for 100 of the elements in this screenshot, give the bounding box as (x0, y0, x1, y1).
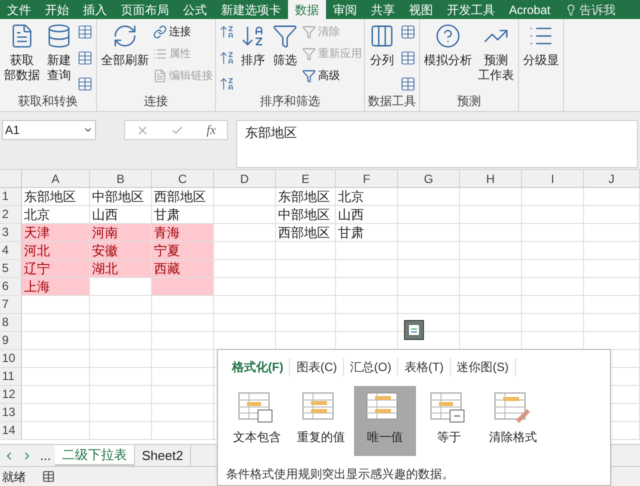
menu-tab[interactable]: Acrobat (502, 0, 558, 19)
menu-tab[interactable]: 视图 (402, 0, 440, 19)
ribbon-button[interactable]: 模拟分析 (422, 19, 474, 68)
sheet-tab[interactable]: 二级下拉表 (54, 445, 135, 466)
menu-tab[interactable]: 文件 (0, 0, 38, 19)
ribbon-icon (302, 25, 316, 39)
ribbon-icon-button[interactable] (76, 49, 94, 67)
column-header[interactable]: C (178, 170, 187, 188)
ribbon-icon (46, 23, 72, 49)
table-cell: 甘肃 (336, 224, 398, 241)
quick-analysis-tab[interactable]: 格式化(F) (226, 358, 290, 376)
highlighted-cell: 河南 (90, 224, 152, 241)
highlighted-cell: 上海 (22, 278, 90, 295)
description-text: 条件格式使用规则突出显示感兴趣的数据。 (226, 466, 455, 483)
table-cell: 北京 (22, 206, 90, 223)
more-sheets-button[interactable]: ... (36, 446, 55, 466)
highlighted-cell: 宁夏 (152, 242, 214, 259)
insert-function-button[interactable]: fx (206, 120, 216, 140)
quick-analysis-button[interactable] (404, 320, 424, 340)
ribbon-icon-button[interactable] (76, 23, 94, 41)
ribbon-button[interactable]: 连接 (153, 21, 213, 43)
highlighted-cell: 西藏 (152, 260, 214, 277)
menu-tab[interactable]: 开始 (38, 0, 76, 19)
table-cell: 北京 (336, 188, 398, 205)
table-cell: 东部地区 (22, 188, 90, 205)
menu-tab[interactable]: 页面布局 (114, 0, 176, 19)
ribbon-group-label: 获取和转换 (17, 93, 79, 110)
table-cell: 东部地区 (276, 188, 336, 205)
format-option[interactable]: 重复的值 (290, 386, 352, 456)
ribbon-icon (302, 69, 316, 83)
ribbon-group-label: 连接 (143, 93, 169, 110)
quick-analysis-tab[interactable]: 图表(C) (290, 358, 344, 376)
ribbon-icon (435, 23, 461, 49)
ribbon-icon-button[interactable] (76, 75, 94, 93)
ribbon-icon-button[interactable] (399, 49, 417, 67)
table-cell: 甘肃 (152, 206, 214, 223)
quick-analysis-tab[interactable]: 迷你图(S) (450, 358, 516, 376)
tell-me-button[interactable]: 告诉我 (565, 0, 616, 19)
ribbon-button[interactable]: 分列 (367, 19, 397, 68)
table-cell: 西部地区 (152, 188, 214, 205)
lightbulb-icon (565, 4, 578, 16)
ribbon-icon (153, 47, 167, 61)
ribbon-icon (369, 23, 395, 49)
ribbon-icon (112, 23, 138, 49)
clear-format-icon (494, 392, 532, 424)
ribbon-button[interactable]: 全部刷新 (99, 19, 151, 68)
ribbon-icon (153, 25, 167, 39)
table-cell: 中部地区 (276, 206, 336, 223)
menu-tab[interactable]: 插入 (76, 0, 114, 19)
menu-tab[interactable]: 审阅 (326, 0, 364, 19)
ribbon-button[interactable]: 获取 部数据 (2, 19, 42, 83)
ribbon-icon-button[interactable] (399, 75, 417, 93)
table-cell: 山西 (90, 206, 152, 223)
ribbon-group-label: 数据工具 (367, 93, 417, 110)
table-cell: 中部地区 (90, 188, 152, 205)
column-header[interactable]: D (240, 170, 249, 188)
column-header[interactable]: H (486, 170, 495, 188)
format-option[interactable]: 等于 (418, 386, 480, 456)
menu-tab[interactable]: 数据 (288, 0, 326, 19)
ribbon-icon (153, 69, 167, 83)
column-header[interactable]: J (608, 170, 614, 188)
highlighted-cell: 安徽 (90, 242, 152, 259)
column-header[interactable]: G (424, 170, 434, 188)
quick-analysis-tab[interactable]: 表格(T) (398, 358, 451, 376)
ribbon-icon (272, 23, 298, 49)
enter-icon[interactable] (171, 124, 184, 136)
table-cell: 山西 (336, 206, 398, 223)
table-cell: 西部地区 (276, 224, 336, 241)
highlighted-cell: 辽宁 (22, 260, 90, 277)
highlighted-cell: 天津 (22, 224, 90, 241)
ribbon-button[interactable]: 筛选 (270, 19, 300, 68)
column-header[interactable]: I (550, 170, 554, 188)
column-header[interactable]: A (51, 170, 60, 188)
quick-analysis-tab[interactable]: 汇总(O) (344, 358, 398, 376)
highlighted-cell: 河北 (22, 242, 90, 259)
cancel-icon[interactable] (136, 124, 150, 136)
menu-tab[interactable]: 公式 (176, 0, 214, 19)
column-header[interactable]: B (116, 170, 124, 188)
menu-tab[interactable]: 开发工具 (440, 0, 502, 19)
format-option[interactable]: 唯一值 (354, 386, 416, 456)
column-header[interactable]: E (301, 170, 310, 188)
status-text: 就绪 (2, 468, 26, 486)
formula-bar[interactable]: 东部地区 (236, 120, 638, 168)
format-option[interactable]: 文本包含 (226, 386, 288, 456)
ribbon-button[interactable]: 排序 (238, 19, 268, 68)
ribbon-group-label: 预测 (456, 93, 482, 110)
ribbon-group-label: 排序和筛选 (259, 93, 321, 110)
ribbon-button[interactable]: 分级显 (521, 19, 561, 68)
ribbon-button[interactable]: 新建 查询 (44, 19, 74, 83)
name-box[interactable]: A1 (2, 120, 96, 140)
menu-tab[interactable]: 共享 (364, 0, 402, 19)
menu-tab[interactable]: 新建选项卡 (214, 0, 288, 19)
highlighted-cell: 湖北 (90, 260, 152, 277)
ribbon-button[interactable]: 预测 工作表 (476, 19, 516, 83)
ribbon-icon-button[interactable] (399, 23, 417, 41)
column-header[interactable]: F (362, 170, 370, 188)
quick-analysis-icon (408, 324, 420, 336)
ribbon-icon (302, 47, 316, 61)
ribbon-button[interactable]: 高级 (302, 65, 362, 87)
format-option[interactable]: 清除格式 (482, 386, 544, 456)
